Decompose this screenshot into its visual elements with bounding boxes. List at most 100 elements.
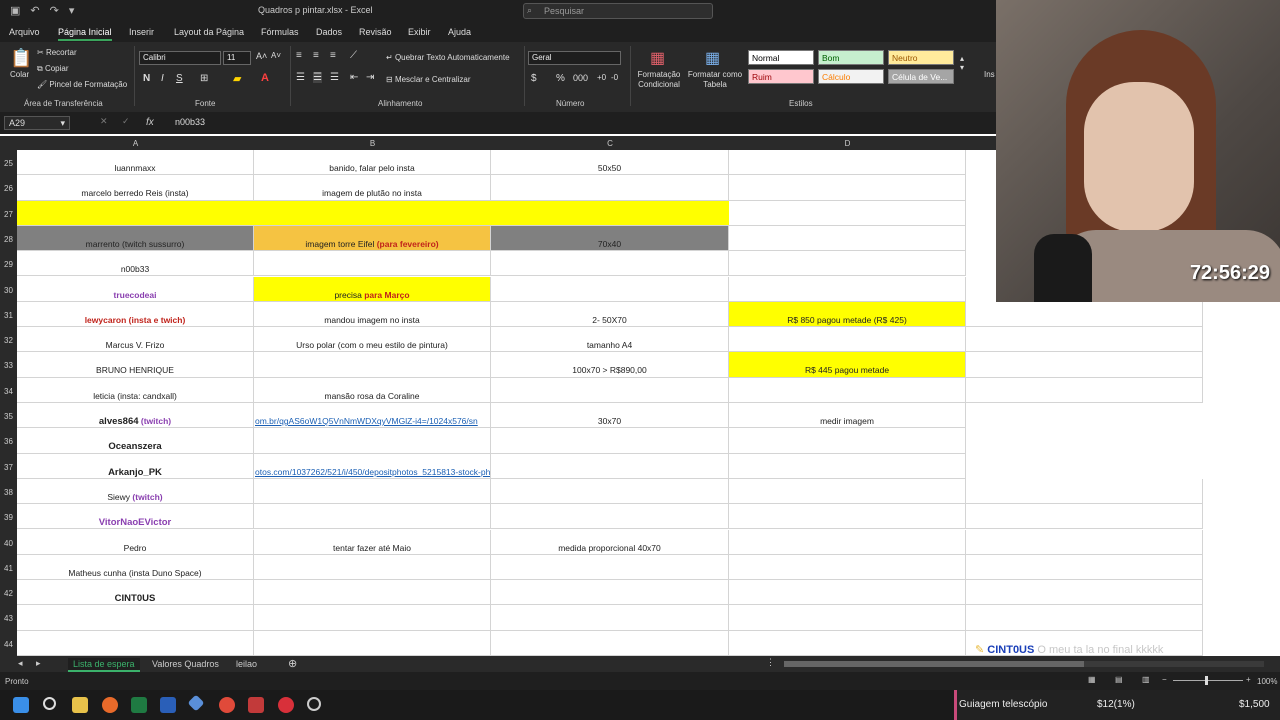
- row-header[interactable]: 34: [0, 378, 17, 403]
- row-header[interactable]: 28: [0, 226, 17, 251]
- cell-d[interactable]: [729, 327, 966, 353]
- cell-e[interactable]: [966, 327, 1203, 353]
- row-header[interactable]: 27: [0, 201, 17, 226]
- cell-a[interactable]: marcelo berredo Reis (insta): [17, 175, 254, 201]
- cell-c[interactable]: [491, 251, 729, 277]
- tab-exibir[interactable]: Exibir: [408, 27, 431, 37]
- column-header-c[interactable]: C: [491, 139, 729, 148]
- cell-d[interactable]: [729, 580, 966, 606]
- autosave-icon[interactable]: ▣: [10, 4, 20, 17]
- cell-c[interactable]: [491, 554, 729, 581]
- cell-d[interactable]: [729, 200, 966, 226]
- cell-a[interactable]: Matheus cunha (insta Duno Space): [17, 554, 254, 581]
- cell-a[interactable]: Oceanszera: [17, 428, 254, 454]
- normal-view-icon[interactable]: ▦: [1088, 675, 1096, 684]
- cell-b[interactable]: mansão rosa da Coraline: [254, 377, 491, 403]
- page-layout-icon[interactable]: ▤: [1115, 675, 1123, 684]
- row-header[interactable]: 35: [0, 403, 17, 428]
- align-bottom-icon[interactable]: ≡: [330, 50, 336, 61]
- zoom-out-icon[interactable]: −: [1162, 675, 1167, 684]
- cell-d[interactable]: [729, 554, 966, 581]
- excel-icon[interactable]: [131, 697, 147, 713]
- borders-icon[interactable]: ⊞: [200, 73, 208, 84]
- windows-start-icon[interactable]: [13, 697, 29, 713]
- bold-button[interactable]: N: [143, 73, 150, 84]
- page-break-icon[interactable]: ▥: [1142, 675, 1150, 684]
- tab-layout-pagina[interactable]: Layout da Página: [174, 27, 244, 37]
- row-header[interactable]: 33: [0, 352, 17, 377]
- row-header[interactable]: 36: [0, 428, 17, 453]
- cell-c[interactable]: 70x40: [491, 225, 729, 252]
- style-celula-ve[interactable]: Célula de Ve...: [888, 69, 954, 84]
- decimal-increase-icon[interactable]: +0: [597, 73, 606, 82]
- search-box[interactable]: ⌕ Pesquisar: [523, 3, 713, 19]
- sheet-tab-leilao[interactable]: leilao: [231, 658, 262, 670]
- column-header-b[interactable]: B: [254, 139, 491, 148]
- cell-b[interactable]: Urso polar (com o meu estilo de pintura): [254, 327, 491, 353]
- formula-input[interactable]: n00b33: [175, 117, 205, 127]
- cell-a[interactable]: [17, 200, 254, 226]
- style-neutro[interactable]: Neutro: [888, 50, 954, 65]
- cell-e[interactable]: [966, 605, 1203, 631]
- scrollbar-thumb[interactable]: [784, 661, 1084, 667]
- cell-d[interactable]: [729, 478, 966, 505]
- redo-icon[interactable]: ↷: [50, 4, 59, 17]
- cell-d[interactable]: [729, 251, 966, 277]
- orientation-icon[interactable]: ⟋: [350, 50, 357, 61]
- format-table-icon[interactable]: ▦: [705, 48, 720, 68]
- row-header[interactable]: 38: [0, 479, 17, 504]
- format-painter-button[interactable]: 🖌 Pincel de Formatação: [37, 80, 127, 89]
- cell-d[interactable]: [729, 276, 966, 302]
- row-header[interactable]: 25: [0, 150, 17, 175]
- row-header[interactable]: 29: [0, 251, 17, 276]
- firefox-icon[interactable]: [102, 697, 118, 713]
- row-header[interactable]: 41: [0, 555, 17, 580]
- font-size-select[interactable]: 11: [223, 51, 251, 65]
- cell-c[interactable]: [491, 453, 729, 479]
- cell-c[interactable]: 50x50: [491, 150, 729, 176]
- cell-a[interactable]: Pedro: [17, 529, 254, 555]
- cell-d[interactable]: [729, 630, 966, 656]
- cell-d[interactable]: [729, 504, 966, 530]
- cell-b[interactable]: otos.com/1037262/521/i/450/depositphotos…: [254, 453, 491, 479]
- cell-c[interactable]: tamanho A4: [491, 327, 729, 353]
- cell-c[interactable]: [491, 630, 729, 656]
- zoom-slider-thumb[interactable]: [1205, 676, 1208, 685]
- name-box[interactable]: A29 ▾: [4, 116, 70, 130]
- conditional-format-icon[interactable]: ▦: [650, 48, 665, 68]
- cell-b[interactable]: [254, 554, 491, 581]
- style-ruim[interactable]: Ruim: [748, 69, 814, 84]
- cancel-entry-icon[interactable]: ✕: [100, 116, 108, 127]
- cell-c[interactable]: [491, 377, 729, 403]
- cell-a[interactable]: marrento (twitch sussurro): [17, 225, 254, 252]
- row-header[interactable]: 44: [0, 631, 17, 656]
- decimal-decrease-icon[interactable]: -0: [611, 73, 618, 82]
- cell-c[interactable]: 30x70: [491, 403, 729, 429]
- cell-d[interactable]: [729, 428, 966, 454]
- horizontal-scrollbar[interactable]: [784, 661, 1264, 667]
- cell-b[interactable]: [254, 630, 491, 656]
- app-diamond-icon[interactable]: [187, 694, 205, 712]
- tab-dados[interactable]: Dados: [316, 27, 342, 37]
- cell-b[interactable]: precisa para Março: [254, 276, 491, 302]
- tab-revisao[interactable]: Revisão: [359, 27, 392, 37]
- conditional-format-button[interactable]: Formatação Condicional: [636, 70, 682, 90]
- tab-pagina-inicial[interactable]: Página Inicial: [58, 27, 112, 41]
- cell-b[interactable]: tentar fazer até Maio: [254, 529, 491, 555]
- decrease-indent-icon[interactable]: ⇤: [350, 72, 358, 83]
- cell-c[interactable]: [491, 605, 729, 631]
- cell-a[interactable]: alves864 (twitch): [17, 403, 254, 429]
- paste-button[interactable]: Colar: [10, 70, 29, 79]
- cell-e[interactable]: [966, 554, 1203, 581]
- customize-qat-icon[interactable]: ▾: [69, 4, 75, 17]
- cell-e[interactable]: [966, 504, 1203, 530]
- cell-b[interactable]: [254, 428, 491, 454]
- align-top-icon[interactable]: ≡: [296, 50, 302, 61]
- cell-b[interactable]: banido, falar pelo insta: [254, 150, 491, 176]
- row-header[interactable]: 42: [0, 580, 17, 605]
- cell-d[interactable]: [729, 529, 966, 555]
- obs-icon[interactable]: [307, 697, 321, 711]
- zoom-level[interactable]: 100%: [1257, 677, 1277, 686]
- cell-d[interactable]: [729, 605, 966, 631]
- font-color-icon[interactable]: A: [261, 72, 269, 84]
